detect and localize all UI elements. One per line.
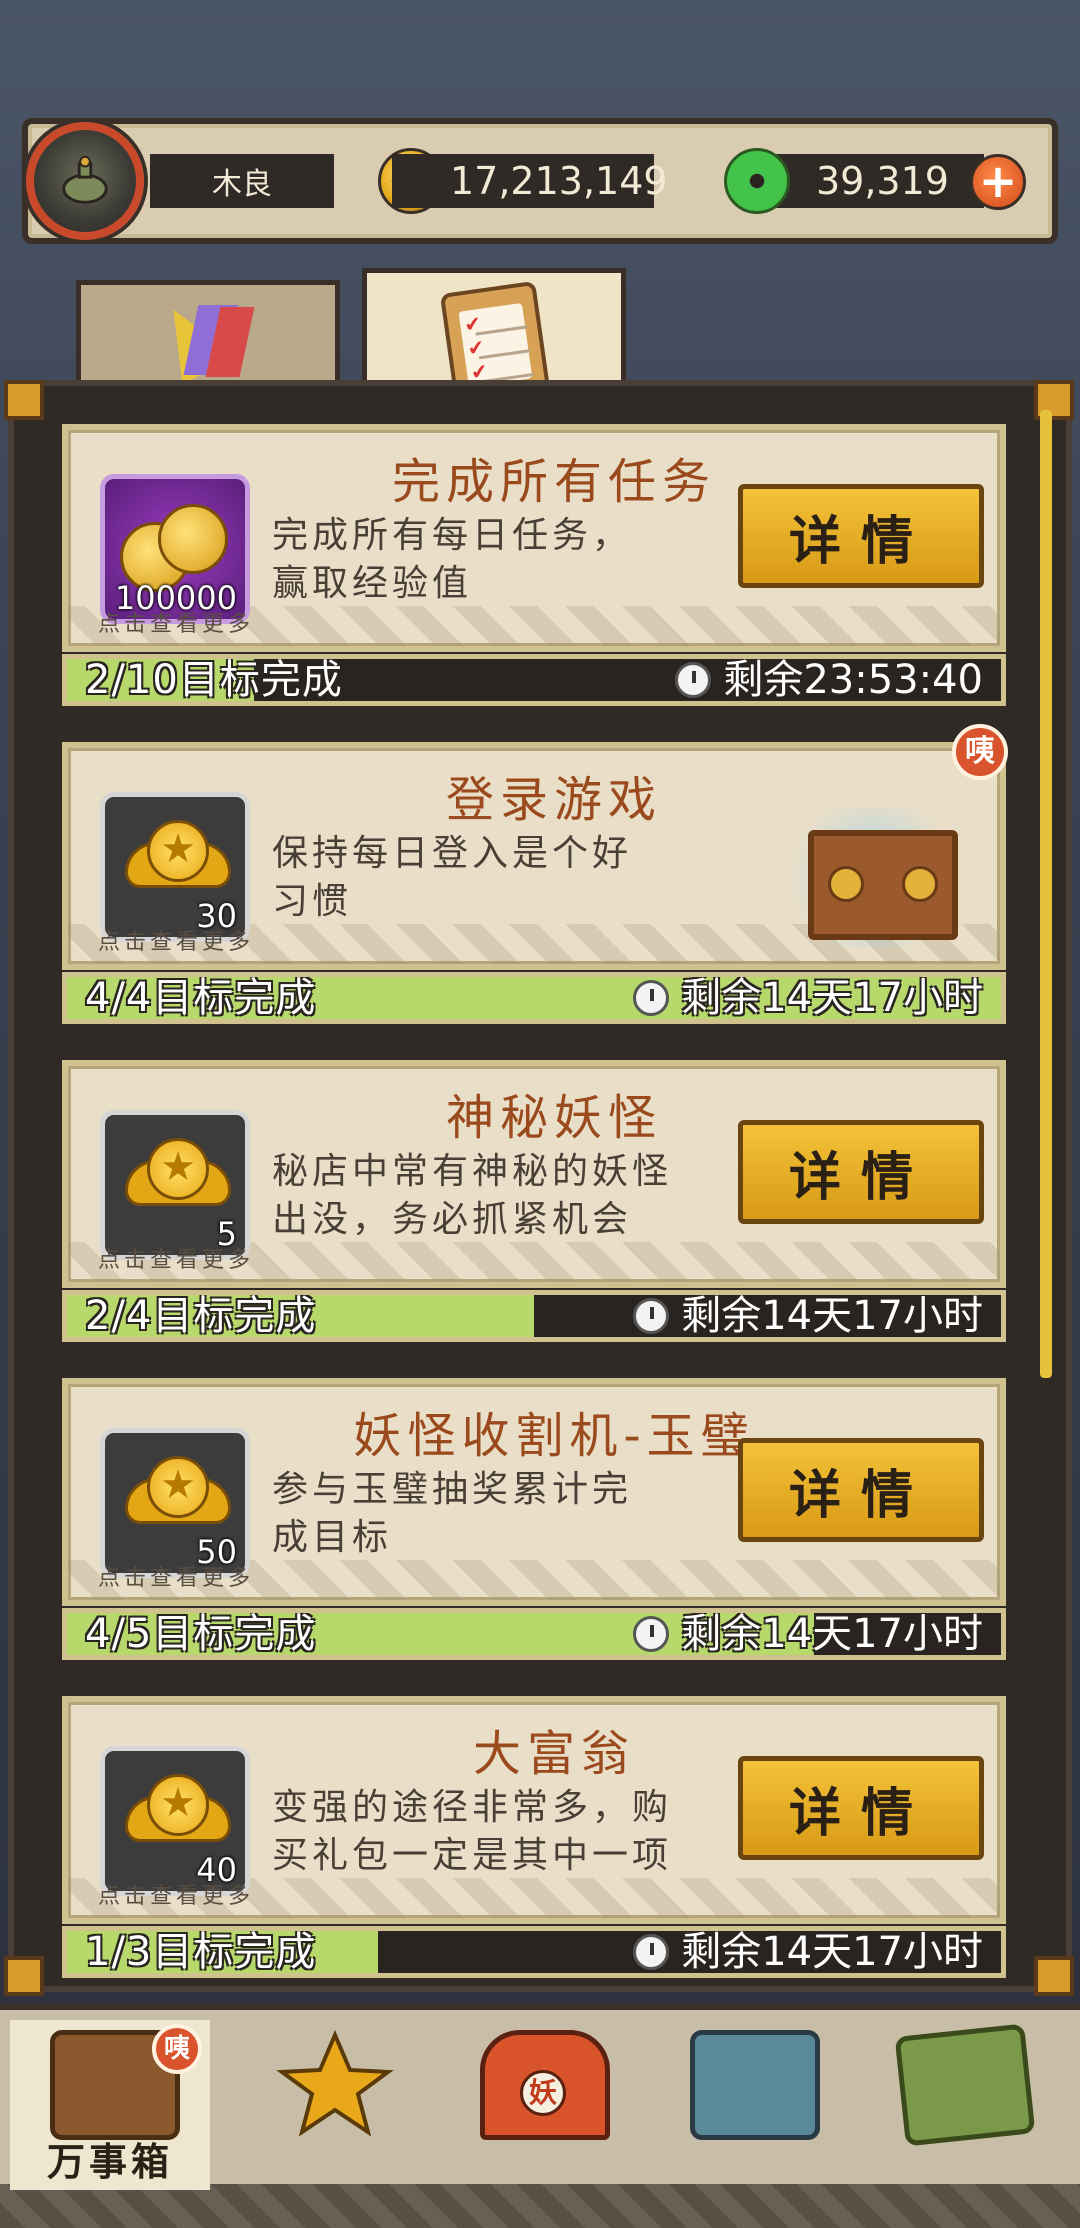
reward-icon[interactable]: 50 [100,1428,250,1578]
details-button[interactable]: 详情 [738,484,984,588]
progress-text: 1/3目标完成 [85,1929,317,1975]
click-more-hint: 点击查看更多 [98,1884,255,1909]
medal-icon [125,1138,231,1230]
star-trophy-icon [276,2030,394,2137]
nav-item-map[interactable] [860,2020,1060,2190]
reward-icon[interactable]: 5 [100,1110,250,1260]
task-card[interactable]: 妖怪收割机-玉璧 参与玉璧抽奖累计完 成目标 50 点击查看更多 详情 [62,1378,1006,1606]
reward-icon[interactable]: 30 [100,792,250,942]
nav-label: 万事箱 [46,2140,173,2184]
task-progress-bar: 2/10目标完成 剩余23:53:40 [62,654,1006,706]
jade-icon [724,148,790,214]
bottom-navigation: 咦 万事箱 妖 [0,2004,1080,2228]
task-card[interactable]: 登录游戏 保持每日登入是个好 习惯 30 点击查看更多 [62,742,1006,970]
clock-icon [633,1934,670,1970]
add-jade-button[interactable]: + [970,154,1026,210]
player-avatar[interactable] [26,122,144,240]
clock-icon [675,662,712,698]
remaining-time: 剩余14天17小时 [681,1293,983,1339]
nav-item-market[interactable] [650,2020,850,2190]
details-button[interactable]: 详情 [738,1120,984,1224]
panel-corner [4,380,44,420]
task-description: 保持每日登入是个好 习惯 [272,833,633,922]
treasure-chest-icon [808,830,958,940]
task-card[interactable]: 大富翁 变强的途径非常多，购 买礼包一定是其中一项 40 点击查看更多 详情 [62,1696,1006,1924]
treasure-chest-reward[interactable] [778,808,968,948]
click-more-hint: 点击查看更多 [98,1566,255,1591]
shrine-gate-text: 妖 [520,2070,566,2116]
nav-item-shrine[interactable]: 妖 [440,2020,640,2190]
progress-text: 4/5目标完成 [85,1611,317,1657]
details-button[interactable]: 详情 [738,1438,984,1542]
jade-balance: 39,319 [762,154,984,208]
clock-icon [633,1298,670,1334]
coin-balance: 17,213,149 [392,154,668,208]
task-card[interactable]: 神秘妖怪 秘店中常有神秘的妖怪 出没，务必抓紧机会 5 点击查看更多 详情 [62,1060,1006,1288]
remaining-time: 剩余14天17小时 [681,1611,983,1657]
nav-item-trophy[interactable] [230,2020,430,2190]
task-description: 秘店中常有神秘的妖怪 出没，务必抓紧机会 [272,1151,673,1240]
notification-badge: 咦 [952,724,1008,780]
reward-icon[interactable]: 100000 [100,474,250,624]
task-progress-bar: 2/4目标完成 剩余14天17小时 [62,1290,1006,1342]
remaining-time: 剩余14天17小时 [681,975,983,1021]
clock-icon [633,1616,670,1652]
task-progress-bar: 1/3目标完成 剩余14天17小时 [62,1926,1006,1978]
player-name: 木良 [150,154,334,208]
task-description: 变强的途径非常多，购 买礼包一定是其中一项 [272,1787,673,1876]
task-progress-bar: 4/5目标完成 剩余14天17小时 [62,1608,1006,1660]
panel-corner [1034,1956,1074,1996]
incense-burner-icon [62,155,108,204]
task-progress-bar: 4/4目标完成 剩余14天17小时 [62,972,1006,1024]
progress-text: 2/4目标完成 [85,1293,317,1339]
progress-text: 4/4目标完成 [85,975,317,1021]
task-card[interactable]: 完成所有任务 完成所有每日任务， 赢取经验值 100000 点击查看更多 详情 [62,424,1006,652]
reward-icon[interactable]: 40 [100,1746,250,1896]
details-button[interactable]: 详情 [738,1756,984,1860]
clock-icon [633,980,670,1016]
notification-badge: 咦 [152,2024,202,2074]
task-description: 参与玉璧抽奖累计完 成目标 [272,1469,633,1558]
market-stall-icon [690,2030,820,2140]
task-description: 完成所有每日任务， 赢取经验值 [272,515,633,604]
nav-item-chest[interactable]: 咦 万事箱 [10,2020,210,2190]
scrollbar[interactable] [1040,410,1052,1378]
remaining-time: 剩余23:53:40 [723,657,983,703]
click-more-hint: 点击查看更多 [98,612,255,637]
remaining-time: 剩余14天17小时 [681,1929,983,1975]
click-more-hint: 点击查看更多 [98,1248,255,1273]
progress-text: 2/10目标完成 [85,657,343,703]
treasure-map-icon [894,2023,1036,2147]
click-more-hint: 点击查看更多 [98,930,255,955]
panel-corner [4,1956,44,1996]
